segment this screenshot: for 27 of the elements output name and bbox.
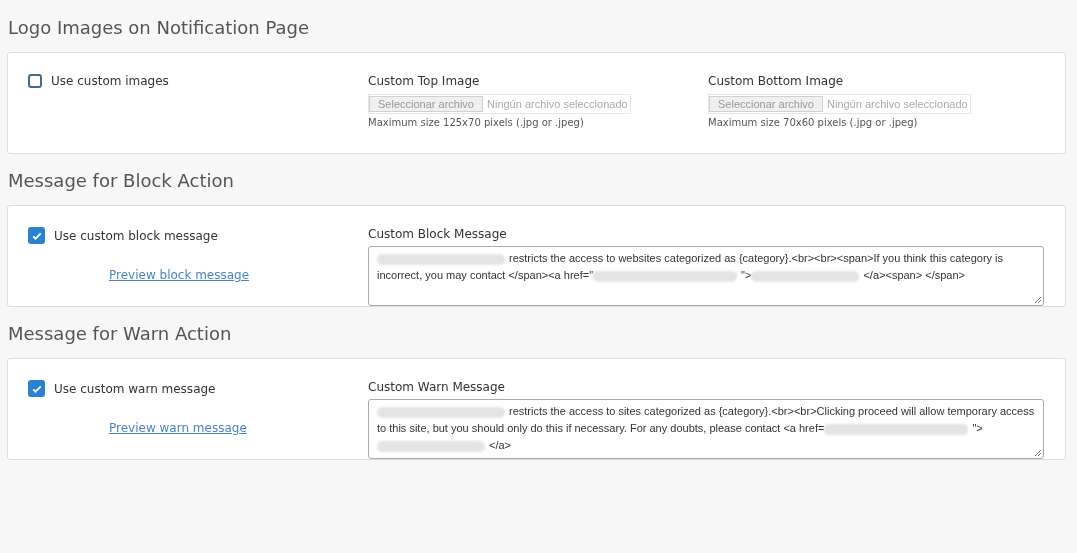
checkbox-label: Use custom warn message: [54, 381, 216, 396]
section-title: Logo Images on Notification Page: [7, 16, 311, 40]
message-textarea[interactable]: restricts the access to websites categorized as {category}.<br><br><span>If you think this category is incorrect, you may contact </span><a href=" "> </a><span> </span>: [368, 246, 1044, 306]
choose-file-button[interactable]: Seleccionar archivo: [709, 96, 823, 112]
resize-grip-icon[interactable]: [1034, 296, 1042, 304]
checkbox[interactable]: [28, 227, 45, 244]
checkbox[interactable]: [28, 380, 45, 397]
section-title: Message for Warn Action: [7, 322, 233, 346]
choose-file-button[interactable]: Seleccionar archivo: [369, 96, 483, 112]
checkbox-label: Use custom block message: [54, 228, 218, 243]
message-textarea[interactable]: restricts the access to sites categorized as {category}.<br><br>Clicking proceed will allow temporary access to this site, but you should only do this if necessary. For any doubts, please contact <a href= "> </a>: [368, 399, 1044, 459]
field-label: Custom Block Message: [368, 227, 508, 241]
field-label: Custom Warn Message: [368, 380, 506, 394]
field-label: Custom Top Image: [368, 74, 481, 88]
section-title: Message for Block Action: [7, 169, 235, 193]
preview-link[interactable]: Preview warn message: [109, 421, 247, 435]
file-status: Ningún archivo seleccionado: [826, 98, 969, 110]
size-hint: Maximum size 70x60 pixels (.jpg or .jpeg): [708, 117, 919, 128]
file-input[interactable]: Seleccionar archivo Ningún archivo seleccionado: [368, 94, 631, 114]
file-status: Ningún archivo seleccionado: [486, 98, 629, 110]
resize-grip-icon[interactable]: [1034, 449, 1042, 457]
file-input[interactable]: Seleccionar archivo Ningún archivo seleccionado: [708, 94, 971, 114]
field-label: Custom Bottom Image: [708, 74, 845, 88]
size-hint: Maximum size 125x70 pixels (.jpg or .jpeg): [368, 117, 585, 128]
preview-link[interactable]: Preview block message: [109, 268, 250, 282]
checkbox[interactable]: [28, 74, 42, 88]
checkbox-label: Use custom images: [51, 74, 169, 88]
